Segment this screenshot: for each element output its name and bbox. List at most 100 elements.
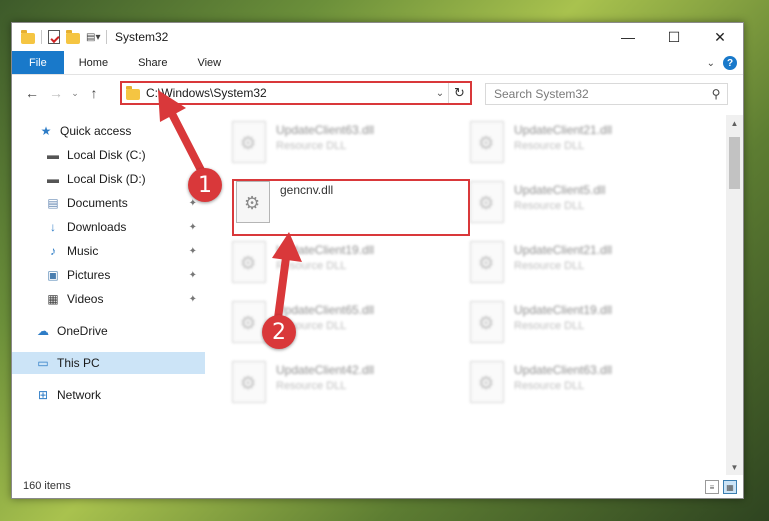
vertical-scrollbar[interactable]: ▲ ▼ <box>726 115 743 475</box>
tab-view[interactable]: View <box>182 51 236 74</box>
sidebar-item-quick-access[interactable]: ★ Quick access <box>12 120 205 142</box>
file-type: Resource DLL <box>514 380 585 392</box>
file-name: UpdateClient19.dll <box>514 303 613 317</box>
file-item[interactable]: UpdateClient19.dll Resource DLL <box>470 299 695 349</box>
refresh-icon[interactable]: ↻ <box>448 83 470 103</box>
chevron-down-icon[interactable]: ⌄ <box>432 88 448 99</box>
address-bar[interactable]: C:\Windows\System32 ⌄ ↻ <box>120 81 472 105</box>
dll-file-icon <box>232 361 266 403</box>
details-view-icon[interactable]: ≡ <box>705 480 719 494</box>
sidebar-item-network[interactable]: ⊞ Network <box>12 384 205 406</box>
dll-file-icon <box>232 241 266 283</box>
file-type: Resource DLL <box>514 260 585 272</box>
file-name: UpdateClient19.dll <box>276 243 375 257</box>
sidebar-item-label: Music <box>67 244 99 258</box>
sidebar-item-label: Documents <box>67 196 128 210</box>
file-item[interactable]: UpdateClient21.dll Resource DLL <box>470 119 695 169</box>
scroll-up-icon[interactable]: ▲ <box>726 115 743 131</box>
file-name: UpdateClient65.dll <box>276 303 375 317</box>
file-item[interactable]: UpdateClient21.dll Resource DLL <box>470 239 695 289</box>
sidebar-item-label: This PC <box>57 356 100 370</box>
file-type: Resource DLL <box>514 140 585 152</box>
search-icon[interactable]: ⚲ <box>705 87 727 101</box>
file-item[interactable]: UpdateClient63.dll Resource DLL <box>232 119 457 169</box>
new-folder-icon[interactable] <box>66 29 80 44</box>
file-name: UpdateClient21.dll <box>514 243 613 257</box>
music-icon: ♪ <box>50 244 56 258</box>
sidebar-item-this-pc[interactable]: ▭ This PC <box>12 352 205 374</box>
file-item[interactable]: UpdateClient63.dll Resource DLL <box>470 359 695 409</box>
sidebar-item-videos[interactable]: ▦ Videos ✦ <box>12 288 205 310</box>
search-input[interactable]: Search System32 <box>486 87 705 101</box>
dll-file-icon <box>470 181 504 223</box>
sidebar-item-label: Local Disk (C:) <box>67 148 146 162</box>
documents-icon: ▤ <box>47 196 59 210</box>
pictures-icon: ▣ <box>47 268 59 282</box>
cloud-icon: ☁ <box>37 324 49 338</box>
window-controls: — ☐ ✕ <box>605 23 743 51</box>
ribbon-tabs: File Home Share View ⌄ ? <box>12 51 743 75</box>
pin-icon[interactable]: ✦ <box>189 246 197 257</box>
file-item[interactable]: UpdateClient5.dll Resource DLL <box>470 179 695 229</box>
file-type: Resource DLL <box>276 140 347 152</box>
pin-icon[interactable]: ✦ <box>189 294 197 305</box>
forward-button[interactable]: → <box>44 81 68 105</box>
minimize-button[interactable]: — <box>605 23 651 51</box>
file-list: UpdateClient63.dll Resource DLL UpdateCli… <box>212 115 717 475</box>
customize-toolbar-icon[interactable]: ▤▾ <box>86 30 100 44</box>
sidebar-item-documents[interactable]: ▤ Documents ✦ <box>12 192 205 214</box>
highlight-box <box>232 179 470 236</box>
sidebar-item-label: Downloads <box>67 220 127 234</box>
file-item[interactable]: UpdateClient19.dll Resource DLL <box>232 239 457 289</box>
file-name: UpdateClient21.dll <box>514 123 613 137</box>
star-icon: ★ <box>40 124 52 138</box>
file-item[interactable]: UpdateClient42.dll Resource DLL <box>232 359 457 409</box>
tab-home[interactable]: Home <box>64 51 123 74</box>
properties-icon[interactable] <box>48 30 60 44</box>
expand-ribbon-icon[interactable]: ⌄ <box>707 58 715 69</box>
downloads-icon: ↓ <box>50 220 56 234</box>
pin-icon[interactable]: ✦ <box>189 270 197 281</box>
file-name: UpdateClient5.dll <box>514 183 606 197</box>
callout-badge-1: 1 <box>188 168 222 202</box>
file-type: Resource DLL <box>276 380 347 392</box>
dll-file-icon <box>470 241 504 283</box>
tab-share[interactable]: Share <box>123 51 182 74</box>
ribbon-right: ⌄ ? <box>707 51 737 75</box>
network-icon: ⊞ <box>37 388 49 402</box>
file-type: Resource DLL <box>276 260 347 272</box>
recent-locations-icon[interactable]: ⌄ <box>68 81 82 105</box>
sidebar-item-local-disk-c[interactable]: ▬ Local Disk (C:) ✦ <box>12 144 205 166</box>
back-button[interactable]: ← <box>20 81 44 105</box>
file-name: UpdateClient63.dll <box>514 363 613 377</box>
window-title: System32 <box>115 30 169 44</box>
dll-file-icon <box>232 301 266 343</box>
dll-file-icon <box>470 121 504 163</box>
search-box[interactable]: Search System32 ⚲ <box>485 83 728 105</box>
sidebar-item-onedrive[interactable]: ☁ OneDrive <box>12 320 205 342</box>
up-button[interactable]: ↑ <box>82 81 106 105</box>
address-path[interactable]: C:\Windows\System32 <box>146 86 432 100</box>
explorer-window: ▤▾ System32 — ☐ ✕ File Home Share View ⌄… <box>11 22 744 499</box>
sidebar-item-pictures[interactable]: ▣ Pictures ✦ <box>12 264 205 286</box>
dll-file-icon <box>470 361 504 403</box>
large-icons-view-icon[interactable]: ▦ <box>723 480 737 494</box>
scroll-down-icon[interactable]: ▼ <box>726 459 743 475</box>
sidebar-item-downloads[interactable]: ↓ Downloads ✦ <box>12 216 205 238</box>
tab-file[interactable]: File <box>12 51 64 74</box>
help-icon[interactable]: ? <box>723 56 737 70</box>
sidebar-item-music[interactable]: ♪ Music ✦ <box>12 240 205 262</box>
file-type: Resource DLL <box>514 320 585 332</box>
drive-icon: ▬ <box>47 148 59 162</box>
scrollbar-thumb[interactable] <box>729 137 740 189</box>
pin-icon[interactable]: ✦ <box>189 222 197 233</box>
sidebar-item-label: Network <box>57 388 102 402</box>
dll-file-icon <box>470 301 504 343</box>
sidebar-item-local-disk-d[interactable]: ▬ Local Disk (D:) <box>12 168 205 190</box>
folder-icon <box>21 29 35 44</box>
close-button[interactable]: ✕ <box>697 23 743 51</box>
file-name: UpdateClient63.dll <box>276 123 375 137</box>
drive-icon: ▬ <box>47 172 59 186</box>
pin-icon[interactable]: ✦ <box>189 150 197 161</box>
maximize-button[interactable]: ☐ <box>651 23 697 51</box>
